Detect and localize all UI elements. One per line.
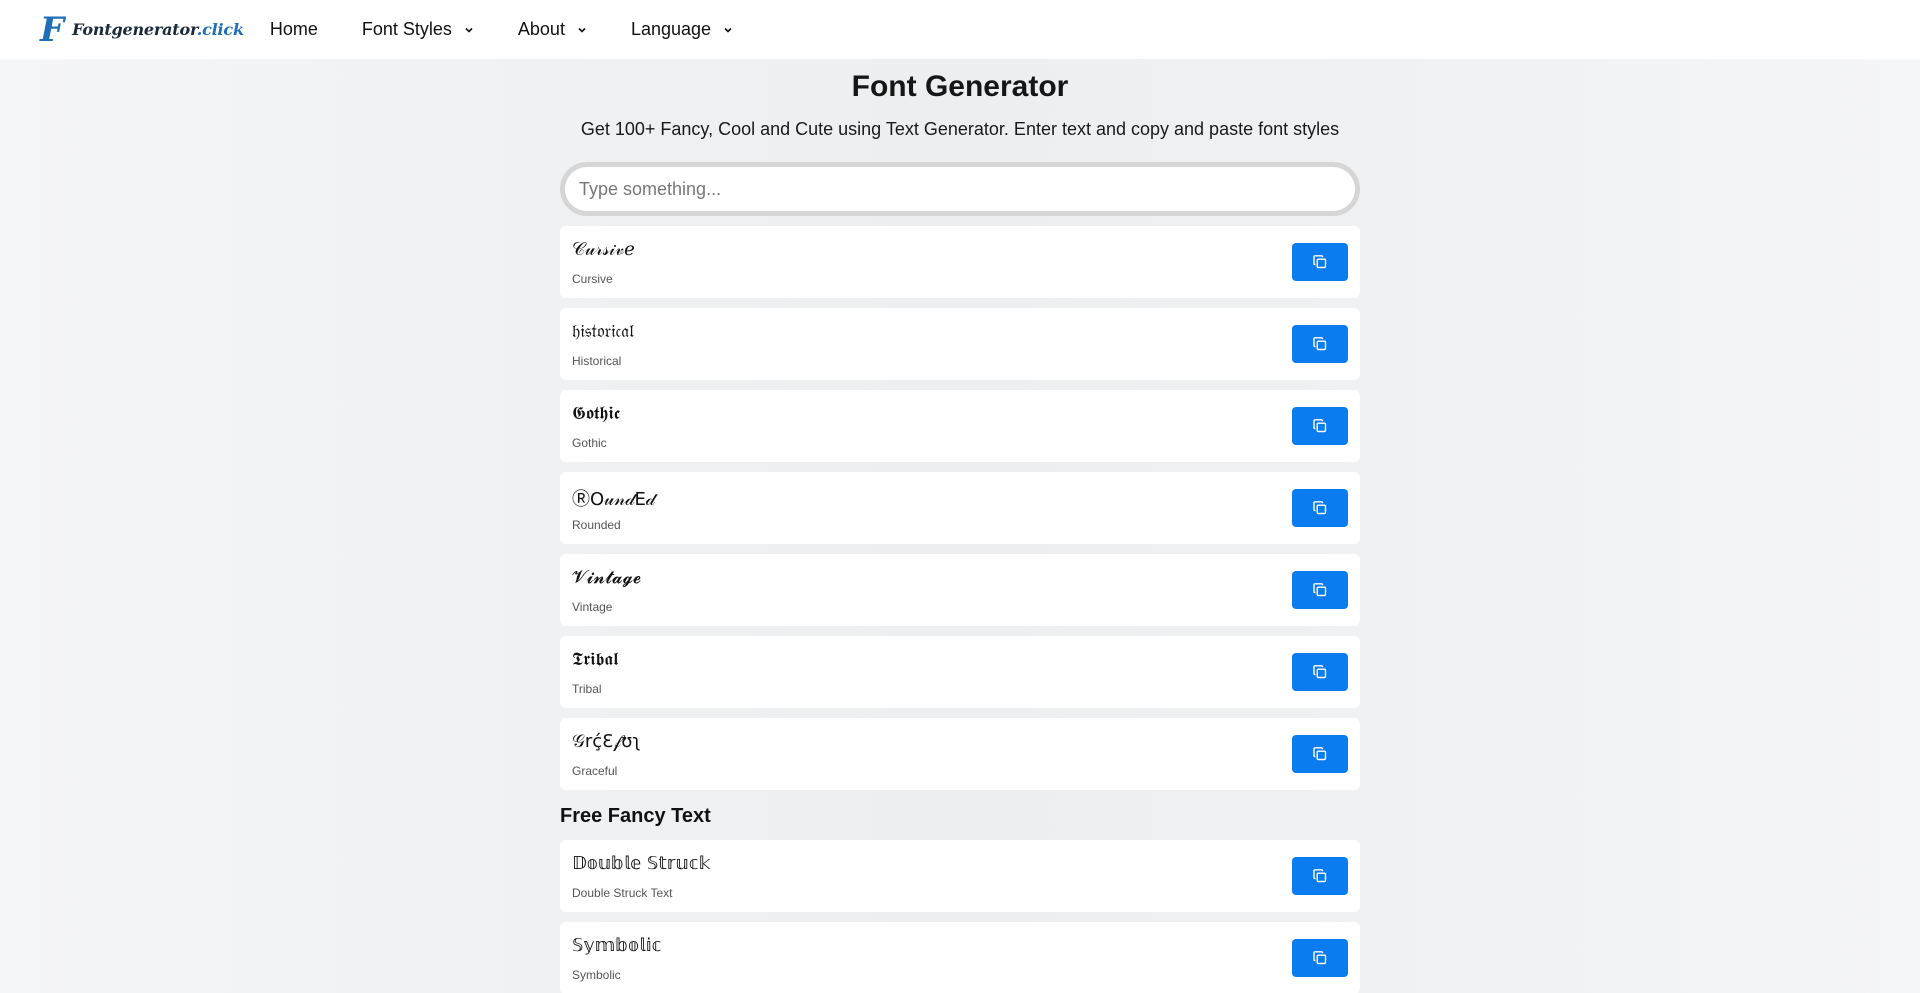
copy-icon [1313, 419, 1327, 433]
copy-button[interactable] [1292, 735, 1348, 773]
fancy-text-preview: 𝕲𝖔𝖙𝖍𝖎𝖈 [572, 403, 620, 424]
fancy-text-preview: 𝓥𝓲𝓷𝓽𝓪𝓰𝓮 [572, 567, 642, 588]
font-style-card: ⓇO𝓊𝓃𝒹E𝒹 Rounded [560, 472, 1360, 544]
font-style-card: 𝒞𝓊𝓇𝓈𝒾𝓋ℯ Cursive [560, 226, 1360, 298]
fancy-text-preview: 𝕿𝖗𝖎𝖇𝖆𝖑 [572, 649, 619, 670]
copy-icon [1313, 869, 1327, 883]
font-styles-list: 𝒞𝓊𝓇𝓈𝒾𝓋ℯ Cursive 𝔥𝔦𝔰𝔱𝔬𝔯𝔦𝔠𝔞𝔩 Historical 𝕲𝖔… [560, 226, 1360, 790]
font-style-card: 𝔻𝕠𝕦𝕓𝕝𝕖 𝕊𝕥𝕣𝕦𝕔𝕜 Double Struck Text [560, 840, 1360, 912]
nav-about-label: About [517, 19, 565, 39]
copy-icon [1313, 337, 1327, 351]
copy-button[interactable] [1292, 571, 1348, 609]
copy-icon [1313, 951, 1327, 965]
font-style-card: 𝔥𝔦𝔰𝔱𝔬𝔯𝔦𝔠𝔞𝔩 Historical [560, 308, 1360, 380]
text-input[interactable] [579, 178, 1355, 200]
copy-button[interactable] [1292, 243, 1348, 281]
top-navbar: F Fontgenerator.click Home Font Styles A… [0, 0, 1920, 59]
nav-home[interactable]: Home [270, 19, 318, 40]
nav-about[interactable]: About [518, 19, 587, 40]
page-subtitle: Get 100+ Fancy, Cool and Cute using Text… [580, 119, 1340, 139]
font-style-card: 𝓥𝓲𝓷𝓽𝓪𝓰𝓮 Vintage [560, 554, 1360, 626]
font-style-card: 𝕿𝖗𝖎𝖇𝖆𝖑 Tribal [560, 636, 1360, 708]
page-title: Font Generator [851, 70, 1069, 103]
copy-button[interactable] [1292, 407, 1348, 445]
copy-icon [1313, 501, 1327, 515]
style-name: Vintage [572, 600, 613, 614]
nav-language-label: Language [630, 19, 712, 39]
site-logo[interactable]: F Fontgenerator.click [40, 13, 244, 47]
nav-font-styles-label: Font Styles [361, 19, 452, 39]
logo-tld: .click [196, 20, 244, 39]
copy-icon [1313, 665, 1327, 679]
main-content: Font Generator Get 100+ Fancy, Cool and … [560, 59, 1360, 993]
free-styles-list: 𝔻𝕠𝕦𝕓𝕝𝕖 𝕊𝕥𝕣𝕦𝕔𝕜 Double Struck Text 𝕊𝕪𝕞𝕓𝕠𝕝𝕚… [560, 840, 1360, 993]
copy-icon [1313, 747, 1327, 761]
logo-text: Fontgenerator.click [72, 20, 244, 39]
style-name: Rounded [572, 518, 621, 532]
style-name: Tribal [572, 682, 602, 696]
copy-button[interactable] [1292, 489, 1348, 527]
style-name: Cursive [572, 272, 613, 286]
font-style-card: 𝕊𝕪𝕞𝕓𝕠𝕝𝕚𝕔 Symbolic [560, 922, 1360, 993]
logo-mark: F [40, 9, 65, 50]
fancy-text-preview: 𝕊𝕪𝕞𝕓𝕠𝕝𝕚𝕔 [572, 935, 662, 956]
chevron-down-icon [578, 27, 586, 33]
copy-button[interactable] [1292, 857, 1348, 895]
copy-button[interactable] [1292, 653, 1348, 691]
style-name: Gothic [572, 436, 607, 450]
nav-font-styles[interactable]: Font Styles [362, 19, 474, 40]
chevron-down-icon [724, 27, 732, 33]
nav-home-label: Home [269, 19, 318, 39]
copy-button[interactable] [1292, 939, 1348, 977]
style-name: Double Struck Text [572, 886, 673, 900]
nav-language[interactable]: Language [631, 19, 733, 40]
free-fancy-text-heading: Free Fancy Text [560, 805, 711, 827]
chevron-down-icon [465, 27, 473, 33]
font-style-card: 𝕲𝖔𝖙𝖍𝖎𝖈 Gothic [560, 390, 1360, 462]
search-box [560, 162, 1360, 216]
fancy-text-preview: 𝒢rḉƐ𝒻ʊʅ [572, 731, 641, 752]
fancy-text-preview: 𝔥𝔦𝔰𝔱𝔬𝔯𝔦𝔠𝔞𝔩 [572, 321, 634, 342]
copy-button[interactable] [1292, 325, 1348, 363]
fancy-text-preview: 𝔻𝕠𝕦𝕓𝕝𝕖 𝕊𝕥𝕣𝕦𝕔𝕜 [572, 853, 711, 874]
copy-icon [1313, 583, 1327, 597]
copy-icon [1313, 255, 1327, 269]
style-name: Historical [572, 354, 622, 368]
fancy-text-preview: ⓇO𝓊𝓃𝒹E𝒹 [572, 489, 655, 510]
style-name: Graceful [572, 764, 618, 778]
font-style-card: 𝒢rḉƐ𝒻ʊʅ Graceful [560, 718, 1360, 790]
style-name: Symbolic [572, 968, 621, 982]
fancy-text-preview: 𝒞𝓊𝓇𝓈𝒾𝓋ℯ [572, 239, 635, 260]
logo-name: Fontgenerator [72, 20, 197, 39]
